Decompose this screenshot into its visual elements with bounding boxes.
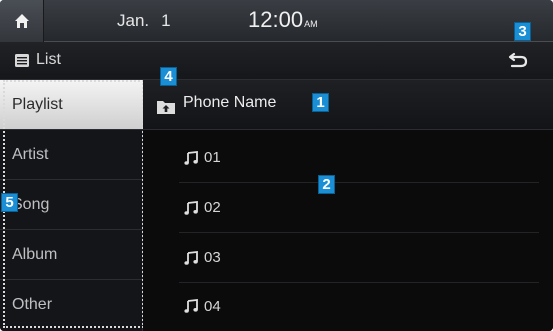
back-button[interactable] bbox=[505, 49, 531, 71]
status-bar: Jan. 1 12:00AM bbox=[0, 0, 553, 42]
callout-marker-5: 5 bbox=[1, 193, 18, 212]
back-arrow-icon bbox=[508, 52, 528, 68]
list-title-label: List bbox=[36, 51, 61, 68]
music-note-icon bbox=[184, 250, 198, 265]
folder-name: Phone Name bbox=[183, 94, 277, 111]
callout-marker-4: 4 bbox=[160, 67, 177, 86]
home-icon bbox=[14, 14, 29, 28]
category-album[interactable]: Album bbox=[0, 230, 143, 280]
song-item[interactable]: 02 bbox=[179, 183, 539, 233]
clock-time: 12:00 bbox=[248, 7, 304, 32]
folder-up-icon bbox=[157, 101, 175, 114]
category-label: Artist bbox=[12, 145, 49, 163]
song-item[interactable]: 04 bbox=[179, 281, 539, 331]
song-item[interactable]: 03 bbox=[179, 233, 539, 283]
home-button[interactable] bbox=[0, 0, 44, 42]
song-item[interactable]: 01 bbox=[179, 133, 539, 183]
callout-marker-2: 2 bbox=[318, 175, 335, 194]
song-title: 03 bbox=[204, 249, 221, 266]
music-note-icon bbox=[184, 150, 198, 165]
clock-ampm: AM bbox=[304, 19, 318, 29]
category-song[interactable]: Song bbox=[0, 180, 143, 230]
song-title: 01 bbox=[204, 149, 221, 166]
category-other[interactable]: Other bbox=[0, 280, 143, 330]
date-month: Jan. bbox=[117, 11, 150, 30]
callout-marker-3: 3 bbox=[514, 22, 531, 41]
music-note-icon bbox=[184, 299, 198, 313]
category-label: Playlist bbox=[12, 95, 63, 113]
folder-up-row[interactable]: Phone Name bbox=[143, 80, 553, 130]
category-sidebar: Playlist Artist Song Album Other bbox=[0, 80, 143, 331]
music-note-icon bbox=[184, 200, 198, 215]
song-title: 02 bbox=[204, 199, 221, 216]
category-label: Album bbox=[12, 245, 58, 263]
list-header-bar: List bbox=[0, 42, 553, 80]
category-artist[interactable]: Artist bbox=[0, 130, 143, 180]
song-list: Phone Name 01 02 03 04 bbox=[143, 80, 553, 331]
list-icon bbox=[15, 53, 29, 67]
callout-marker-1: 1 bbox=[312, 93, 329, 112]
date-display: Jan. 1 bbox=[117, 11, 171, 31]
media-list-screen: Jan. 1 12:00AM List Playlist Artist Song… bbox=[0, 0, 553, 331]
category-playlist[interactable]: Playlist bbox=[0, 80, 143, 130]
song-title: 04 bbox=[204, 297, 221, 315]
category-label: Other bbox=[12, 296, 53, 313]
date-day: 1 bbox=[161, 11, 171, 30]
list-title[interactable]: List bbox=[15, 51, 61, 69]
clock-display: 12:00AM bbox=[248, 7, 318, 33]
